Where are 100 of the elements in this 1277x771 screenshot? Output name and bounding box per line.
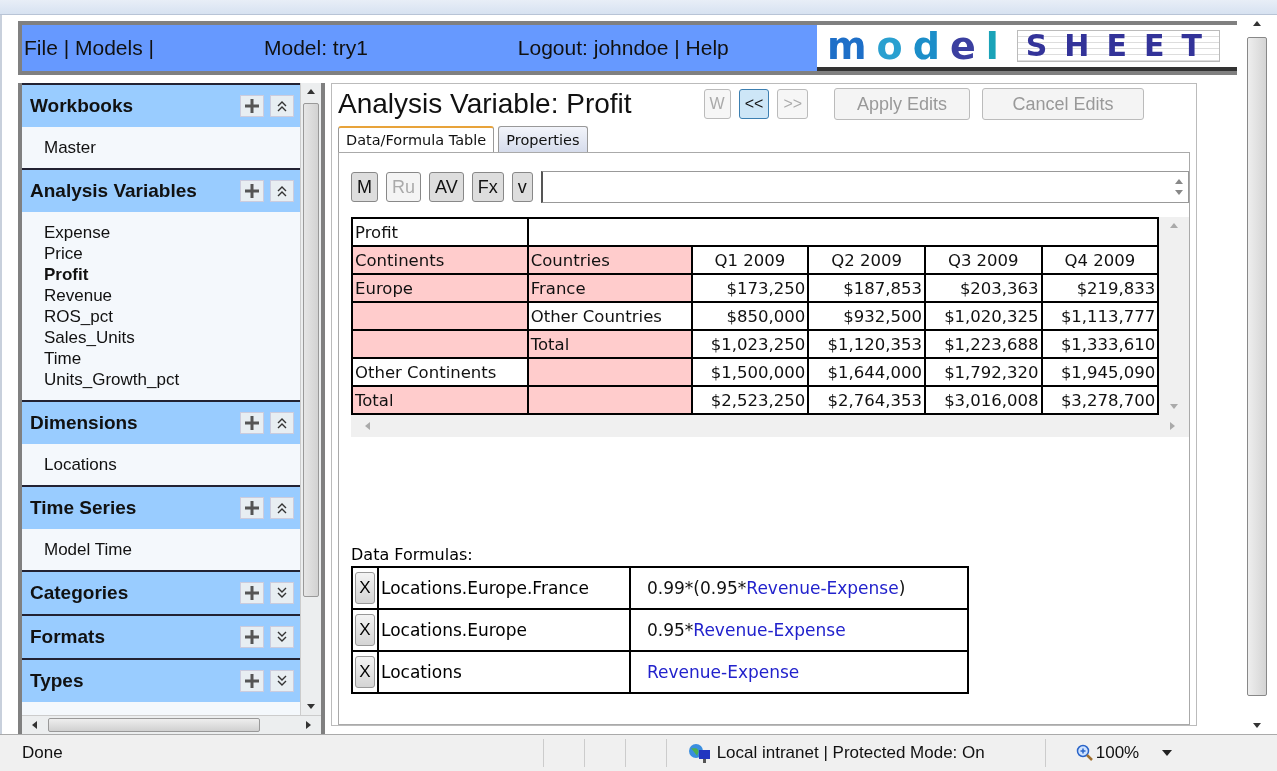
table-cell: $219,833 bbox=[1041, 274, 1159, 302]
table-cell: $203,363 bbox=[924, 274, 1042, 302]
table-cell: Total bbox=[352, 386, 528, 414]
table-cell: Q1 2009 bbox=[691, 246, 809, 274]
plus-icon bbox=[244, 500, 260, 516]
section-header[interactable]: Formats bbox=[22, 614, 300, 658]
add-button[interactable] bbox=[240, 497, 264, 519]
scroll-right-icon[interactable] bbox=[303, 720, 313, 730]
table-cell: $1,644,000 bbox=[808, 358, 925, 386]
table-cell: $173,250 bbox=[691, 274, 809, 302]
plus-icon bbox=[244, 183, 260, 199]
scroll-up-icon[interactable] bbox=[306, 87, 316, 97]
scroll-down-icon[interactable] bbox=[1252, 720, 1262, 730]
tool-button[interactable]: v bbox=[511, 172, 533, 202]
sidebar-item[interactable]: Master bbox=[44, 137, 300, 158]
table-cell: $1,020,325 bbox=[924, 302, 1042, 330]
plus-icon bbox=[244, 629, 260, 645]
table-cell: Q3 2009 bbox=[924, 246, 1042, 274]
status-text: Done bbox=[22, 743, 63, 763]
formula-link[interactable]: Revenue-Expense bbox=[693, 620, 846, 640]
collapse-icon bbox=[277, 100, 287, 112]
add-button[interactable] bbox=[240, 412, 264, 434]
delete-button[interactable]: X bbox=[355, 656, 375, 688]
sidebar-item[interactable]: Time bbox=[44, 348, 300, 369]
table-cell: $2,523,250 bbox=[691, 386, 809, 414]
section-header[interactable]: Time Series bbox=[22, 485, 300, 529]
scroll-down-icon[interactable] bbox=[306, 701, 316, 711]
formula-link[interactable]: Revenue-Expense bbox=[647, 662, 800, 682]
table-cell: Europe bbox=[352, 274, 528, 302]
toggle-button[interactable] bbox=[270, 412, 294, 434]
model-name: Model: try1 bbox=[263, 36, 368, 60]
table-cell: France bbox=[527, 274, 692, 302]
table-cell: $1,792,320 bbox=[924, 358, 1042, 386]
formula-cell: 0.99*(0.95*Revenue-Expense) bbox=[630, 567, 968, 609]
table-cell: Total bbox=[527, 330, 692, 358]
scrollbar[interactable] bbox=[1237, 15, 1277, 734]
zone-text: Local intranet | Protected Mode: On bbox=[716, 743, 985, 763]
table-cell: Profit bbox=[352, 218, 528, 246]
page-title: Analysis Variable: Profit bbox=[338, 88, 632, 120]
sidebar-item[interactable]: Units_Growth_pct bbox=[44, 369, 300, 390]
sidebar-item[interactable]: Locations bbox=[44, 454, 300, 475]
section-header[interactable]: Dimensions bbox=[22, 400, 300, 444]
scroll-left-icon[interactable] bbox=[30, 720, 40, 730]
add-button[interactable] bbox=[240, 582, 264, 604]
toggle-button[interactable] bbox=[270, 626, 294, 648]
delete-button[interactable]: X bbox=[355, 572, 375, 604]
table-cell: $1,333,610 bbox=[1041, 330, 1159, 358]
sidebar-item[interactable]: ROS_pct bbox=[44, 306, 300, 327]
add-button[interactable] bbox=[240, 670, 264, 692]
plus-icon bbox=[244, 415, 260, 431]
add-button[interactable] bbox=[240, 180, 264, 202]
sidebar-item[interactable]: Sales_Units bbox=[44, 327, 300, 348]
delete-button[interactable]: X bbox=[355, 614, 375, 646]
tab[interactable]: Properties bbox=[498, 126, 588, 152]
table-cell: Continents bbox=[352, 246, 528, 274]
tab[interactable]: Data/Formula Table bbox=[338, 126, 495, 152]
toggle-button[interactable] bbox=[270, 95, 294, 117]
zoom-icon bbox=[1075, 744, 1094, 762]
add-button[interactable] bbox=[240, 626, 264, 648]
toggle-button[interactable] bbox=[270, 670, 294, 692]
table-cell: Other Continents bbox=[352, 358, 528, 386]
formula-link[interactable]: Revenue-Expense bbox=[746, 578, 899, 598]
menu-links[interactable]: File | Models | bbox=[24, 36, 154, 60]
table-cell: $3,278,700 bbox=[1041, 386, 1159, 414]
scroll-up-icon[interactable] bbox=[1252, 19, 1262, 29]
add-button[interactable] bbox=[240, 95, 264, 117]
zoom-level[interactable]: 100% bbox=[1095, 743, 1140, 763]
sidebar-item[interactable]: Revenue bbox=[44, 285, 300, 306]
table-cell: Locations.Europe bbox=[378, 609, 630, 651]
scrollbar[interactable] bbox=[300, 83, 321, 715]
section-header[interactable]: Categories bbox=[22, 570, 300, 614]
tool-button[interactable]: Fx bbox=[471, 172, 504, 202]
plus-icon bbox=[244, 98, 260, 114]
table-cell: Other Countries bbox=[527, 302, 692, 330]
section-header[interactable]: Workbooks bbox=[22, 83, 300, 127]
collapse-icon bbox=[277, 417, 287, 429]
sidebar-item[interactable]: Price bbox=[44, 243, 300, 264]
globe-icon bbox=[686, 742, 711, 764]
scrollbar[interactable] bbox=[22, 715, 321, 734]
tool-button[interactable]: M bbox=[351, 172, 378, 202]
table-cell: $187,853 bbox=[808, 274, 925, 302]
table-cell: $2,764,353 bbox=[808, 386, 925, 414]
toggle-button[interactable] bbox=[270, 180, 294, 202]
expand-icon bbox=[277, 587, 287, 599]
nav-button[interactable]: << bbox=[738, 89, 770, 119]
table-cell: $1,945,090 bbox=[1041, 358, 1159, 386]
sidebar-item[interactable]: Model Time bbox=[44, 539, 300, 560]
toggle-button[interactable] bbox=[270, 497, 294, 519]
sidebar-item[interactable]: Profit bbox=[44, 264, 300, 285]
dropdown-icon[interactable] bbox=[1161, 749, 1174, 757]
table-cell: $1,120,353 bbox=[808, 330, 925, 358]
sidebar-item[interactable]: Expense bbox=[44, 222, 300, 243]
table-cell: Locations bbox=[378, 651, 630, 693]
section-header[interactable]: Types bbox=[22, 658, 300, 702]
section-header[interactable]: Analysis Variables bbox=[22, 168, 300, 212]
account-links[interactable]: Logout: johndoe | Help bbox=[517, 36, 729, 60]
table-cell: $932,500 bbox=[808, 302, 925, 330]
toggle-button[interactable] bbox=[270, 582, 294, 604]
table-cell: $1,500,000 bbox=[691, 358, 809, 386]
tool-button[interactable]: AV bbox=[429, 172, 464, 202]
